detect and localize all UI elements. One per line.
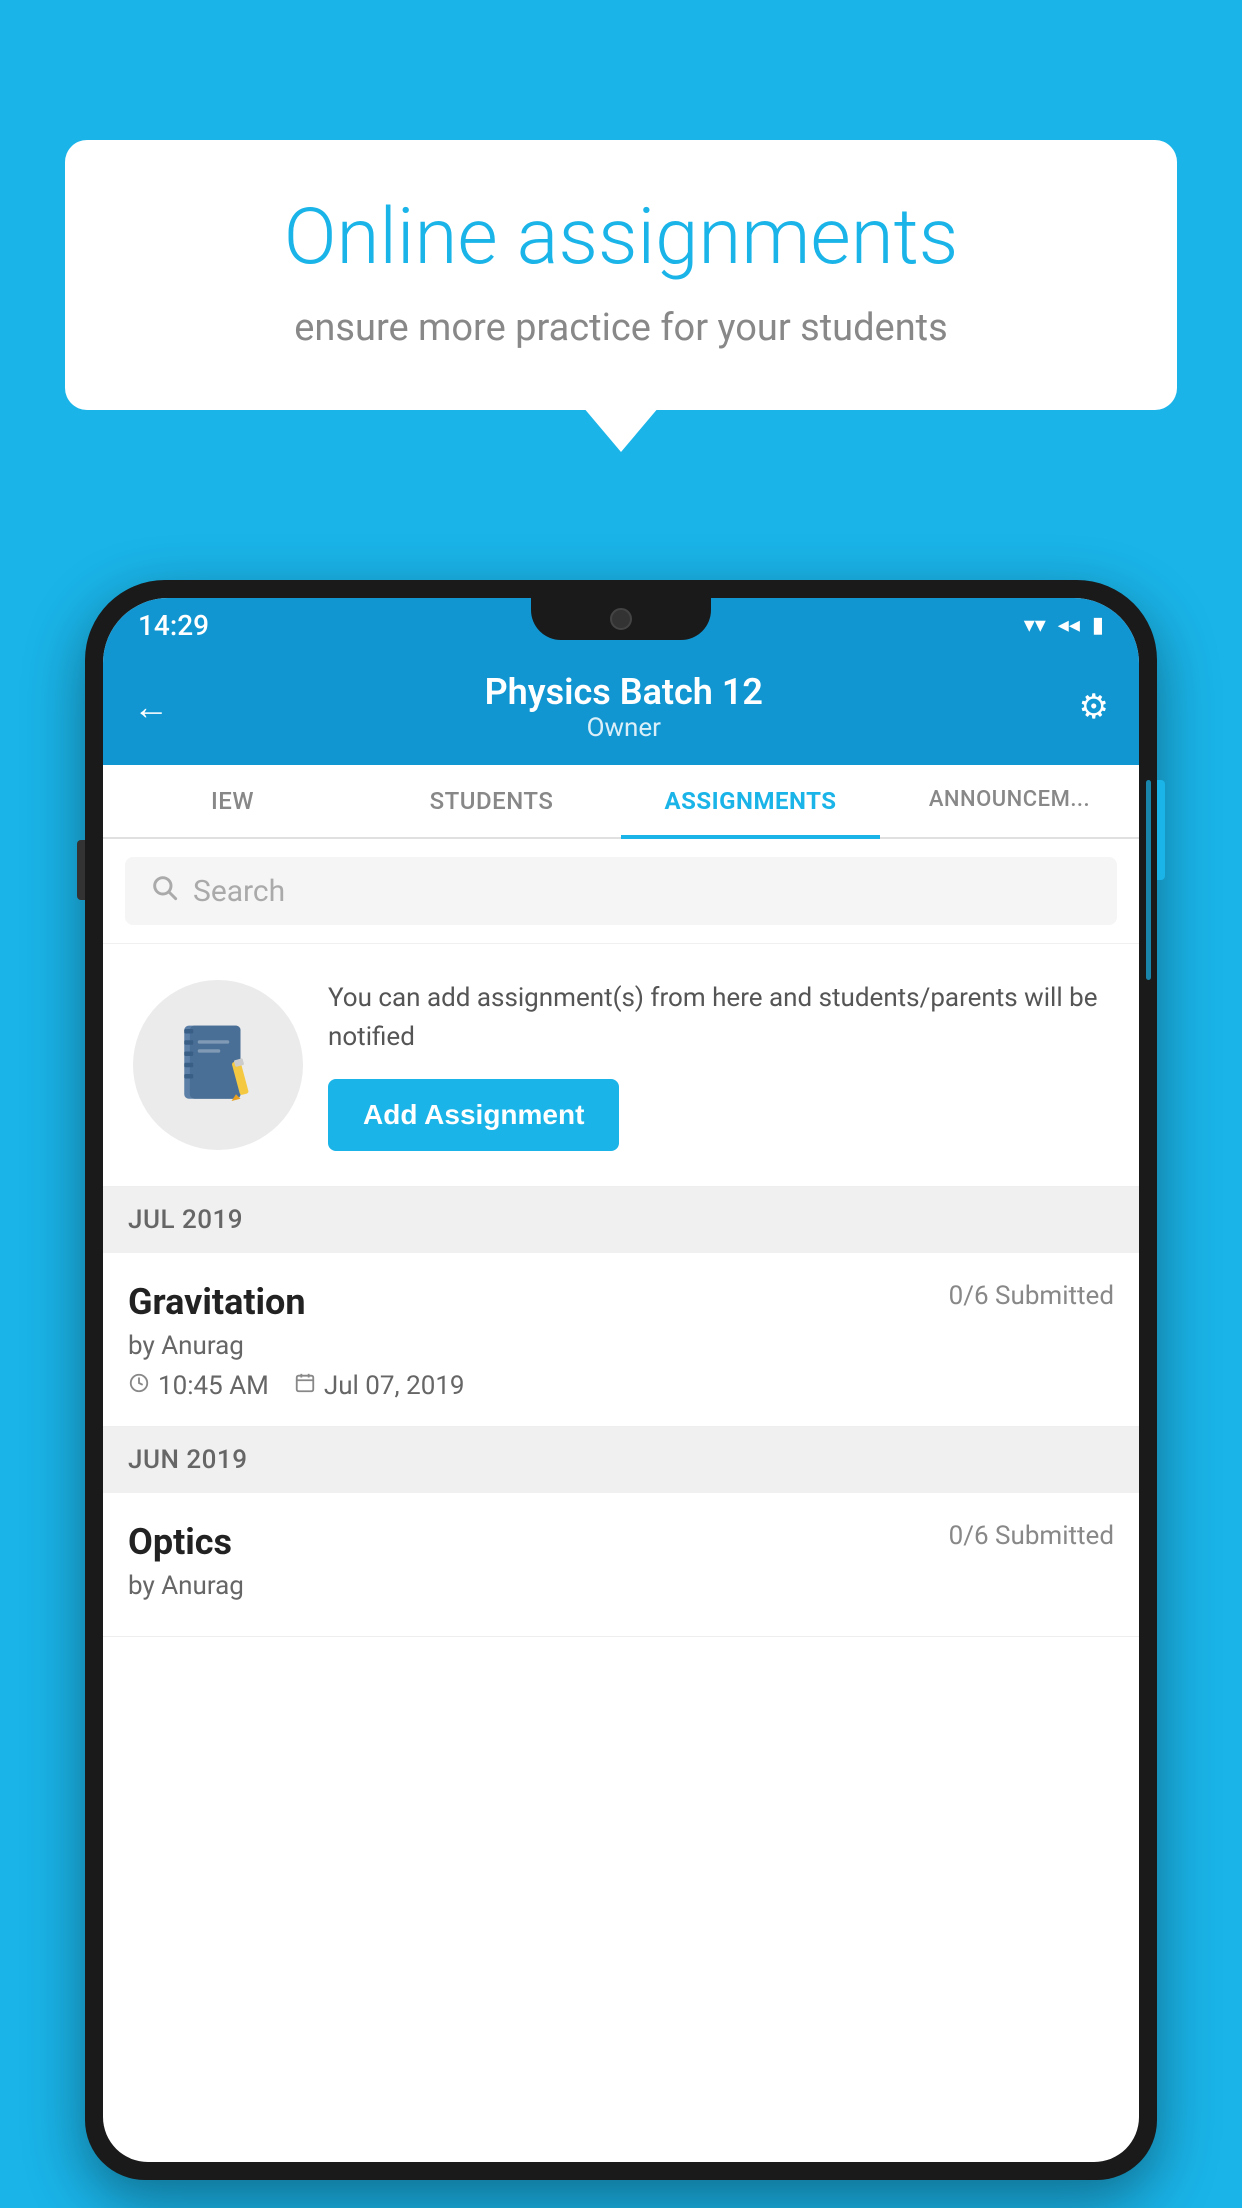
search-icon [150, 873, 178, 909]
back-button[interactable]: ← [133, 686, 169, 728]
phone-button-left [77, 840, 85, 900]
header-title: Physics Batch 12 [169, 671, 1079, 713]
assignment-status-gravitation: 0/6 Submitted [949, 1281, 1114, 1311]
header-subtitle: Owner [169, 713, 1079, 743]
promo-description: You can add assignment(s) from here and … [328, 979, 1114, 1057]
assignment-time-gravitation: 10:45 AM [128, 1371, 269, 1401]
assignment-author-gravitation: by Anurag [128, 1331, 1114, 1361]
phone-outer: 14:29 ▾▾ ◂◂ ▮ ← Physics Batch 12 Owner ⚙ [85, 580, 1157, 2180]
scroll-indicator [1146, 780, 1151, 980]
phone-button-right [1157, 780, 1165, 880]
tab-students[interactable]: STUDENTS [362, 765, 621, 837]
tab-announcements[interactable]: ANNOUNCEM... [880, 765, 1139, 837]
section-header-jun: JUN 2019 [103, 1427, 1139, 1493]
assignment-item-gravitation[interactable]: Gravitation 0/6 Submitted by Anurag 10:4… [103, 1253, 1139, 1427]
settings-icon[interactable]: ⚙ [1079, 687, 1109, 727]
header-title-area: Physics Batch 12 Owner [169, 671, 1079, 743]
bubble-title: Online assignments [130, 195, 1112, 281]
assignment-meta-gravitation: 10:45 AM Jul 07, 2019 [128, 1371, 1114, 1401]
assignment-top-optics: Optics 0/6 Submitted [128, 1521, 1114, 1563]
assignment-name-gravitation: Gravitation [128, 1281, 306, 1323]
promo-section: You can add assignment(s) from here and … [103, 944, 1139, 1187]
tab-iew[interactable]: IEW [103, 765, 362, 837]
status-icons: ▾▾ ◂◂ ▮ [1024, 613, 1104, 638]
search-bar[interactable]: Search [125, 857, 1117, 925]
notebook-icon [173, 1020, 263, 1110]
assignment-name-optics: Optics [128, 1521, 232, 1563]
add-assignment-button[interactable]: Add Assignment [328, 1079, 619, 1151]
assignment-status-optics: 0/6 Submitted [949, 1521, 1114, 1551]
tab-assignments[interactable]: ASSIGNMENTS [621, 765, 880, 837]
search-container: Search [103, 839, 1139, 944]
bubble-subtitle: ensure more practice for your students [130, 306, 1112, 350]
search-placeholder: Search [193, 874, 285, 909]
speech-bubble-container: Online assignments ensure more practice … [65, 140, 1177, 410]
phone-notch [531, 598, 711, 640]
signal-icon: ◂◂ [1058, 613, 1080, 638]
speech-bubble: Online assignments ensure more practice … [65, 140, 1177, 410]
section-header-jul: JUL 2019 [103, 1187, 1139, 1253]
assignment-author-optics: by Anurag [128, 1571, 1114, 1601]
tabs-bar: IEW STUDENTS ASSIGNMENTS ANNOUNCEM... [103, 765, 1139, 839]
phone-screen: 14:29 ▾▾ ◂◂ ▮ ← Physics Batch 12 Owner ⚙ [103, 598, 1139, 2162]
promo-content: You can add assignment(s) from here and … [328, 979, 1114, 1151]
phone-wrapper: 14:29 ▾▾ ◂◂ ▮ ← Physics Batch 12 Owner ⚙ [85, 580, 1157, 2208]
promo-icon-circle [133, 980, 303, 1150]
phone-camera [610, 608, 632, 630]
assignment-date-gravitation: Jul 07, 2019 [294, 1371, 465, 1401]
app-header: ← Physics Batch 12 Owner ⚙ [103, 653, 1139, 765]
wifi-icon: ▾▾ [1024, 613, 1046, 638]
assignment-item-optics[interactable]: Optics 0/6 Submitted by Anurag [103, 1493, 1139, 1637]
battery-icon: ▮ [1092, 613, 1104, 638]
status-time: 14:29 [138, 609, 209, 642]
clock-icon [128, 1372, 150, 1400]
assignment-top: Gravitation 0/6 Submitted [128, 1281, 1114, 1323]
calendar-icon [294, 1372, 316, 1400]
